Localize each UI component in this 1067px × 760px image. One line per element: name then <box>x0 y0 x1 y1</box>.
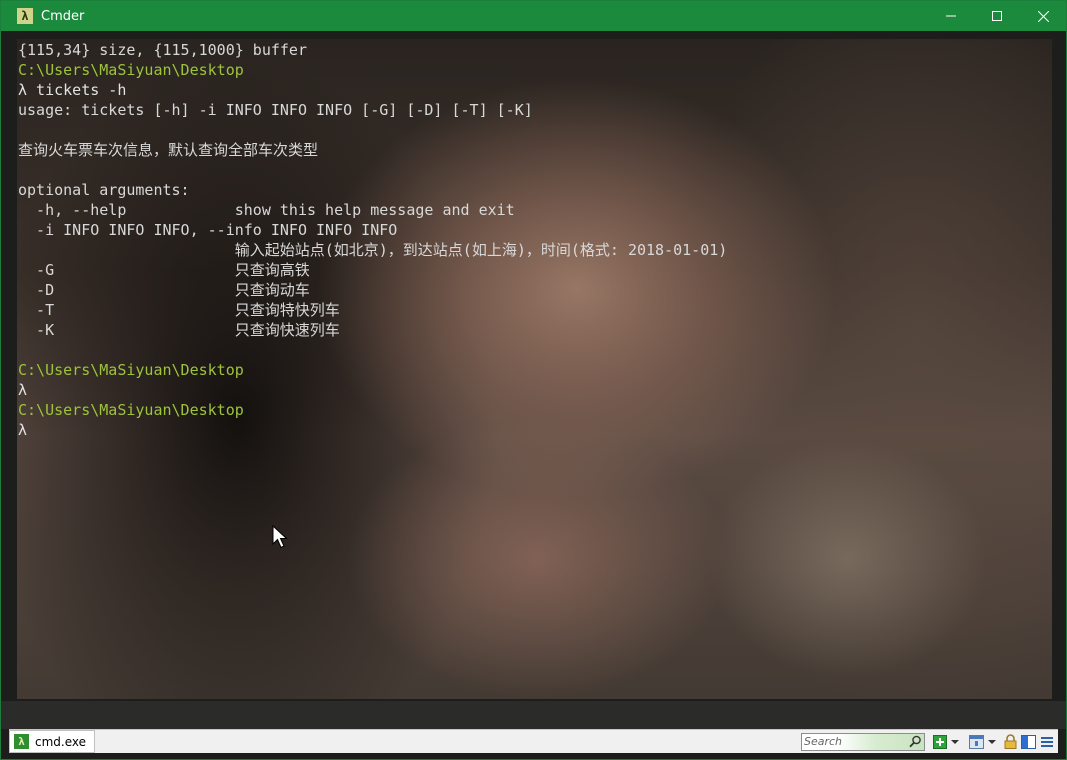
split-view-button[interactable] <box>1021 733 1036 751</box>
output-line: usage: tickets [-h] -i INFO INFO INFO [-… <box>18 101 533 119</box>
output-line: -h, --help show this help message and ex… <box>18 201 515 219</box>
chevron-down-icon <box>951 739 959 744</box>
title-bar[interactable]: λ Cmder <box>1 1 1066 31</box>
prompt-command-line: λ <box>18 381 28 399</box>
maximize-button[interactable] <box>974 1 1020 31</box>
prompt-command-line: λ tickets -h <box>18 81 127 99</box>
split-view-icon <box>1021 734 1036 749</box>
output-line: 查询火车票车次信息，默认查询全部车次类型 <box>18 141 319 159</box>
output-line: -i INFO INFO INFO, --info INFO INFO INFO <box>18 221 398 239</box>
tab-status-bar: λ cmd.exe <box>9 729 1058 753</box>
mouse-pointer-icon <box>272 525 288 549</box>
terminal-output: {115,34} size, {115,1000} buffer C:\Users… <box>18 40 727 440</box>
prompt-path-line: C:\Users\MaSiyuan\Desktop <box>18 401 244 419</box>
minimize-icon <box>946 15 956 17</box>
new-console-button[interactable] <box>933 733 947 751</box>
tab-lambda-icon: λ <box>14 734 29 749</box>
magnifier-icon[interactable] <box>909 735 922 748</box>
output-line: 输入起始站点(如北京)，到达站点(如上海)，时间(格式: 2018-01-01) <box>18 241 728 259</box>
close-button[interactable] <box>1020 1 1066 31</box>
window-controls <box>928 1 1066 31</box>
prompt-path-line: C:\Users\MaSiyuan\Desktop <box>18 361 244 379</box>
search-field[interactable] <box>801 732 925 751</box>
lock-icon <box>1004 734 1017 749</box>
new-console-menu-button[interactable] <box>951 733 959 751</box>
cmder-lambda-icon[interactable]: λ <box>17 8 33 24</box>
maximize-icon <box>992 11 1002 21</box>
prompt-command-line: λ <box>18 421 28 439</box>
search-input[interactable] <box>802 734 904 749</box>
console-tab[interactable]: λ cmd.exe <box>9 730 96 753</box>
tab-list-button[interactable] <box>969 733 984 751</box>
window-icon <box>969 734 984 749</box>
window-title: Cmder <box>41 8 85 24</box>
close-icon <box>1037 10 1049 22</box>
console-bottom-gap <box>1 701 1066 729</box>
hamburger-icon <box>1041 736 1053 747</box>
output-line: -G 只查询高铁 <box>18 261 310 279</box>
plus-icon <box>933 734 947 749</box>
output-line: -K 只查询快速列车 <box>18 321 340 339</box>
output-line: optional arguments: <box>18 181 190 199</box>
output-line: -D 只查询动车 <box>18 281 310 299</box>
toolbar-right <box>801 731 1056 752</box>
prompt-path-line: C:\Users\MaSiyuan\Desktop <box>18 61 244 79</box>
output-line: -T 只查询特快列车 <box>18 301 340 319</box>
output-line: {115,34} size, {115,1000} buffer <box>18 41 307 59</box>
tab-list-menu-button[interactable] <box>988 733 996 751</box>
lock-button[interactable] <box>1004 733 1017 751</box>
settings-menu-button[interactable] <box>1040 733 1054 751</box>
chevron-down-icon <box>988 739 996 744</box>
cmder-window: λ Cmder {115,34} size, {115,1000} buffer… <box>0 0 1067 760</box>
terminal-console[interactable]: {115,34} size, {115,1000} buffer C:\Users… <box>17 39 1052 699</box>
tab-label: cmd.exe <box>35 734 87 749</box>
minimize-button[interactable] <box>928 1 974 31</box>
